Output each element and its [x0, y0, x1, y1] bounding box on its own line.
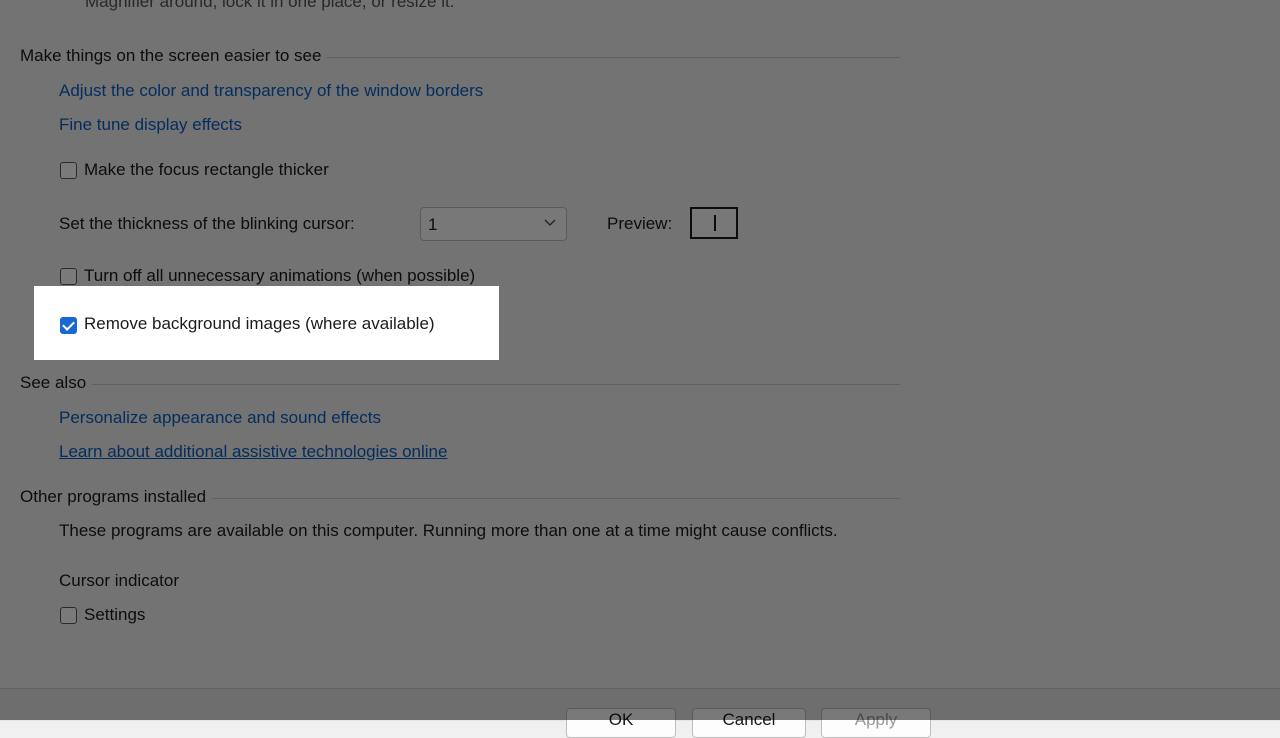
cursor-indicator-settings-checkbox[interactable] — [60, 607, 77, 624]
section-header-other-programs: Other programs installed — [20, 487, 900, 507]
cursor-indicator-settings-label[interactable]: Settings — [84, 605, 145, 625]
link-fine-tune-display-effects[interactable]: Fine tune display effects — [59, 115, 242, 135]
cursor-preview-box — [690, 207, 738, 239]
section-header-make-easier: Make things on the screen easier to see — [20, 46, 900, 66]
animations-checkbox[interactable] — [60, 268, 77, 285]
cursor-thickness-dropdown[interactable]: 1 — [420, 207, 567, 241]
section-divider — [92, 383, 900, 385]
program-name-cursor-indicator: Cursor indicator — [59, 571, 179, 590]
cursor-thickness-value: 1 — [428, 215, 438, 234]
section-header-see-also: See also — [20, 373, 900, 393]
section-title: Other programs installed — [20, 487, 207, 506]
cancel-button[interactable]: Cancel — [692, 708, 806, 738]
animations-label[interactable]: Turn off all unnecessary animations (whe… — [84, 266, 475, 286]
remove-background-label[interactable]: Remove background images (where availabl… — [84, 314, 435, 334]
focus-rectangle-label[interactable]: Make the focus rectangle thicker — [84, 160, 329, 180]
section-title: See also — [20, 373, 87, 392]
chevron-down-icon — [544, 219, 556, 226]
preview-label: Preview: — [607, 214, 673, 233]
cursor-thickness-label: Set the thickness of the blinking cursor… — [59, 214, 355, 233]
other-programs-description: These programs are available on this com… — [59, 521, 838, 540]
truncated-description-text: Magnifier around, lock it in one place, … — [85, 0, 455, 11]
highlight-spotlight: Remove background images (where availabl… — [34, 286, 499, 360]
dim-overlay — [0, 0, 1280, 720]
link-learn-assistive-tech[interactable]: Learn about additional assistive technol… — [59, 442, 447, 462]
section-divider — [212, 497, 900, 499]
apply-button[interactable]: Apply — [821, 708, 931, 738]
focus-rectangle-checkbox[interactable] — [60, 162, 77, 179]
section-title: Make things on the screen easier to see — [20, 46, 322, 65]
link-window-borders[interactable]: Adjust the color and transparency of the… — [59, 81, 483, 101]
link-personalize[interactable]: Personalize appearance and sound effects — [59, 408, 381, 428]
ok-button[interactable]: OK — [566, 708, 676, 738]
remove-background-checkbox[interactable] — [60, 317, 77, 334]
cursor-preview-caret — [714, 215, 716, 231]
section-divider — [327, 56, 900, 58]
